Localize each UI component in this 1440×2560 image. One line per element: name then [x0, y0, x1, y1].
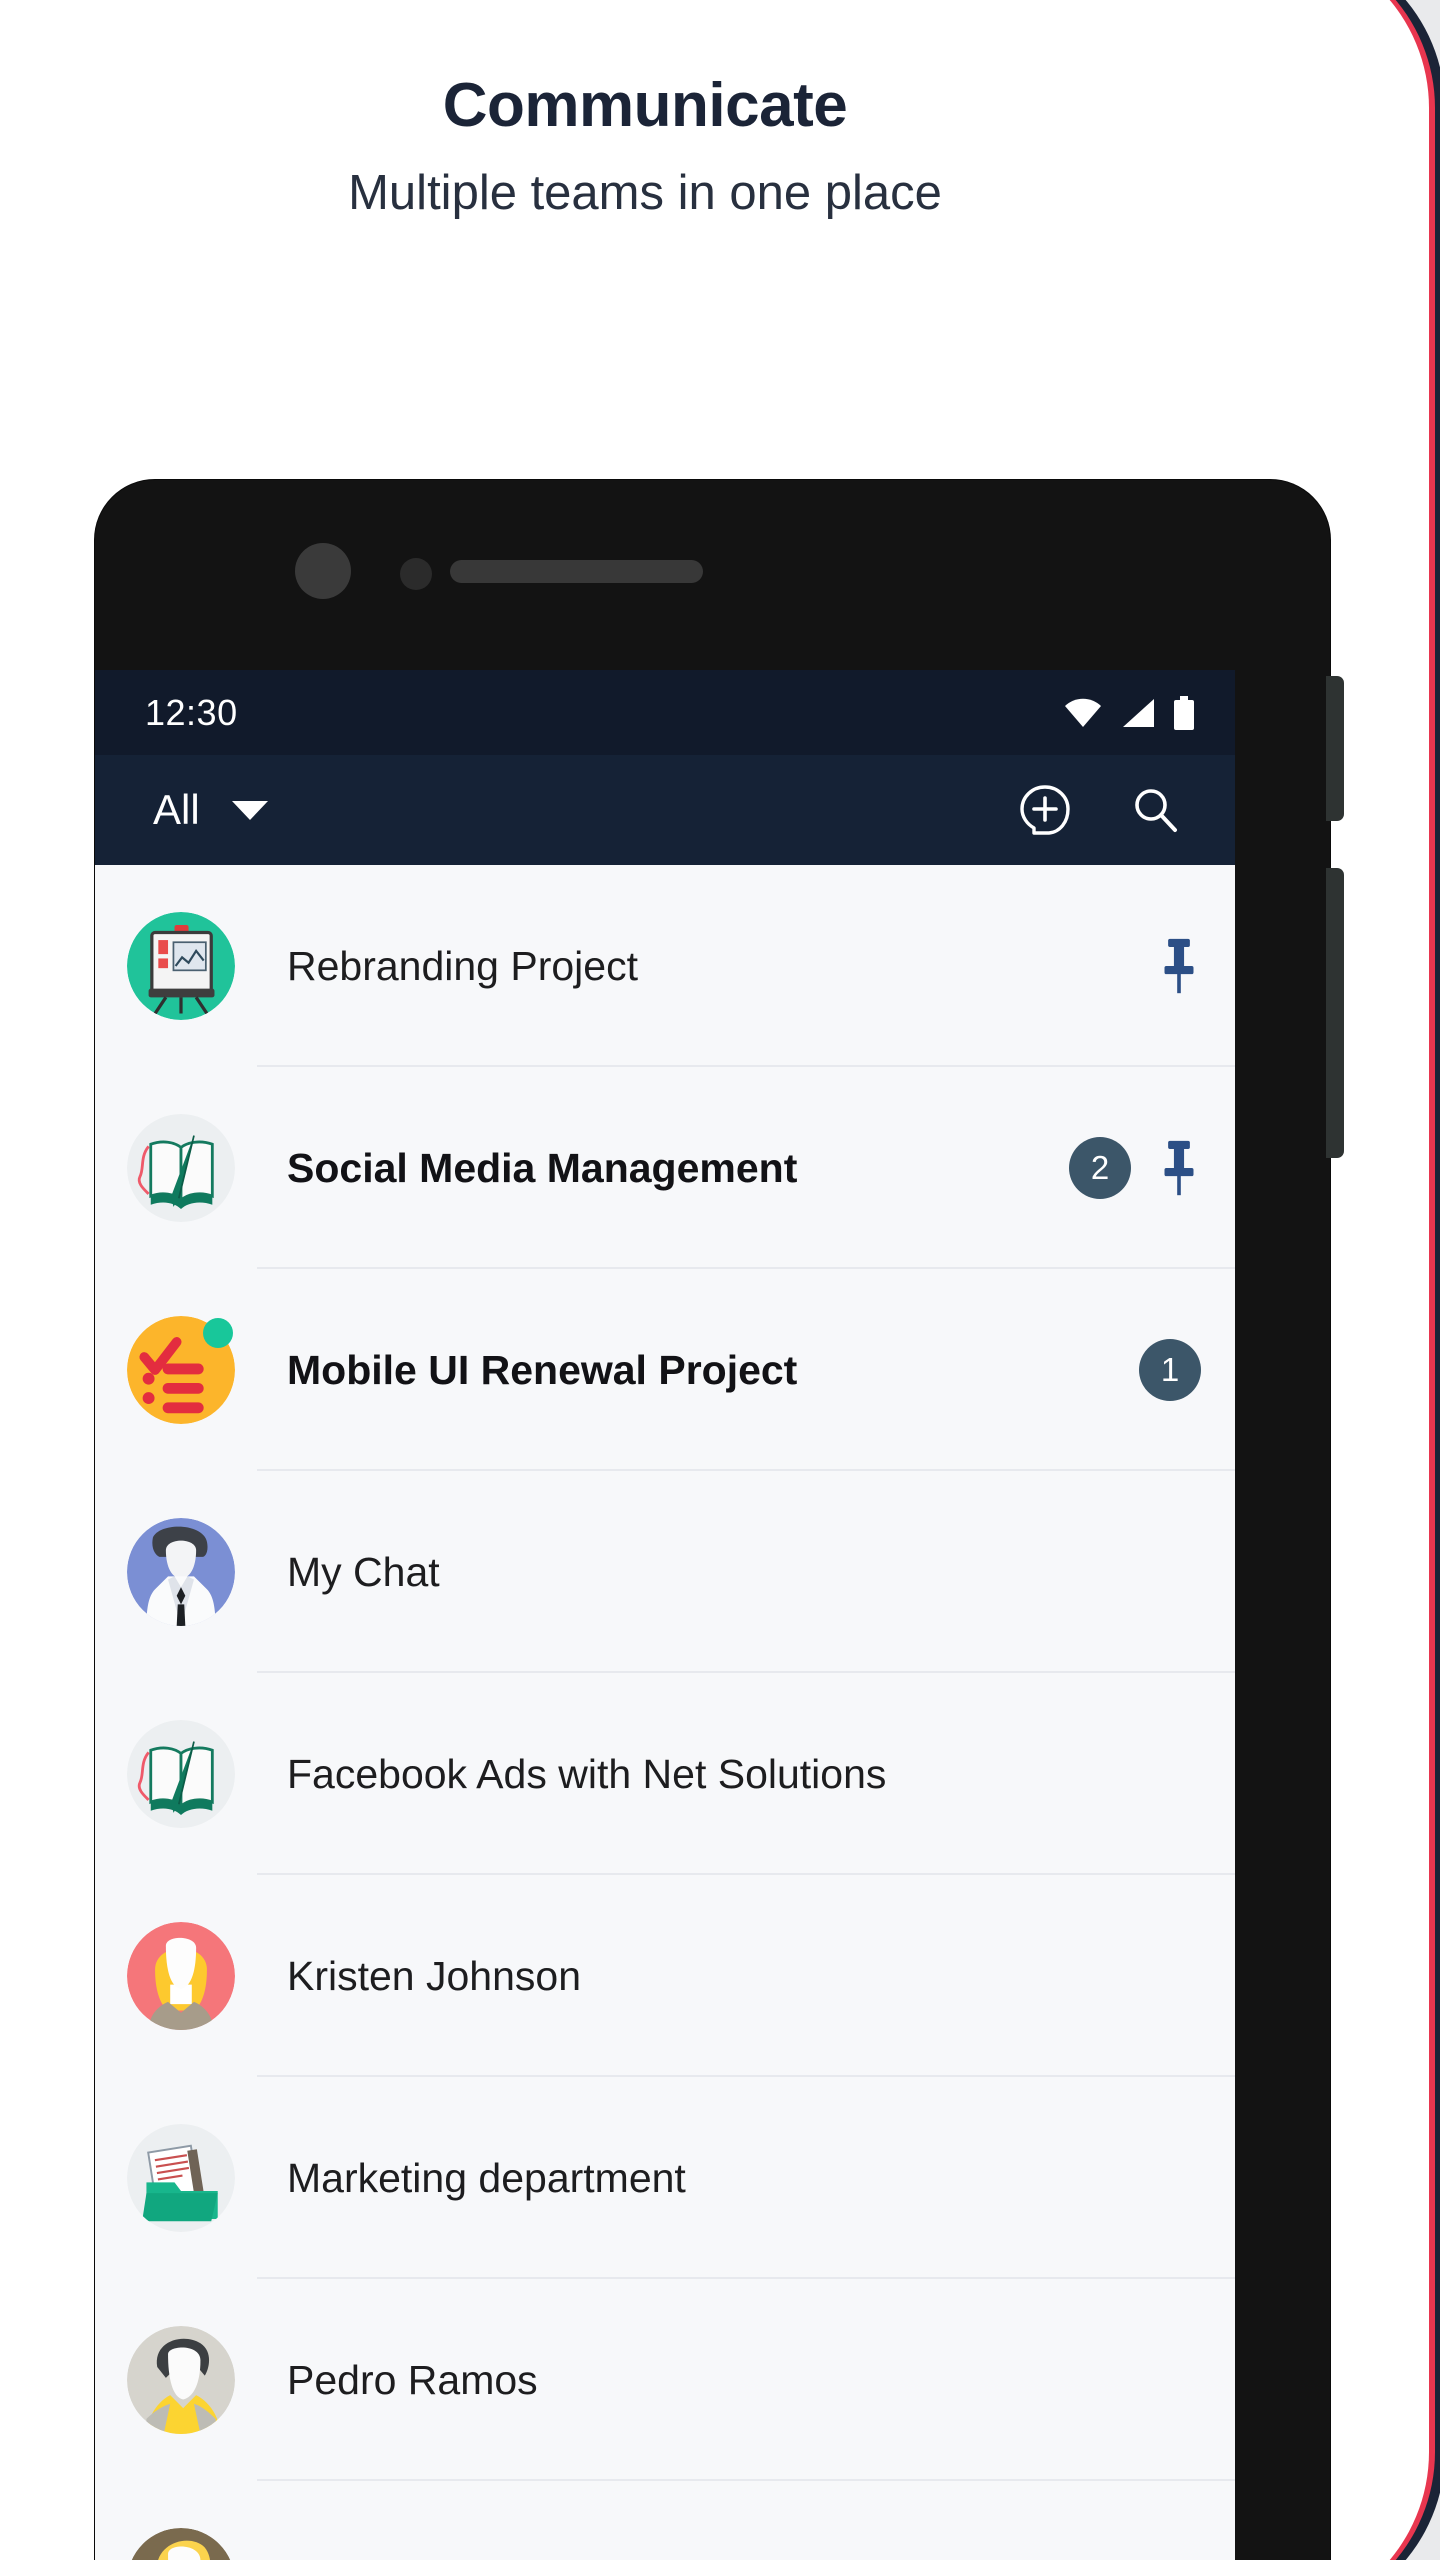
page-title: Communicate	[442, 71, 848, 140]
chat-list-item[interactable]: Pedro Ramos	[95, 2279, 1235, 2481]
signal-icon	[1123, 698, 1154, 727]
avatar	[127, 1518, 235, 1626]
avatar	[127, 2528, 235, 2560]
man-suit-avatar	[127, 1518, 235, 1626]
presentation-board-avatar	[127, 912, 235, 1020]
chat-list-item[interactable]: Social Media Management 2	[95, 1067, 1235, 1269]
chat-name: My Chat	[287, 1548, 440, 1595]
page-subtitle: Multiple teams in one place	[348, 166, 942, 221]
status-bar: 12:30	[95, 670, 1235, 755]
front-camera-icon	[295, 543, 351, 599]
avatar	[127, 2326, 235, 2434]
chat-list-item[interactable]: Facebook Ads with Net Solutions	[95, 1673, 1235, 1875]
chevron-down-icon[interactable]	[231, 799, 268, 821]
chat-name: Rebranding Project	[287, 942, 638, 989]
chat-item-meta	[1157, 937, 1235, 995]
open-book-pen-avatar	[127, 1114, 235, 1222]
chat-item-meta: 1	[1139, 1339, 1235, 1401]
app-bar: All	[95, 755, 1235, 865]
phone-mockup: 12:30 All Rebranding Project Social Medi…	[95, 480, 1344, 2560]
proximity-sensor-icon	[400, 558, 432, 590]
wifi-icon	[1065, 698, 1101, 727]
blonde-woman-pink-avatar	[127, 1922, 235, 2030]
pin-icon[interactable]	[1157, 937, 1201, 995]
chat-name: Facebook Ads with Net Solutions	[287, 1750, 887, 1797]
unread-badge: 1	[1139, 1339, 1201, 1401]
earpiece-speaker	[450, 560, 703, 583]
battery-icon	[1174, 695, 1194, 730]
avatar	[127, 1720, 235, 1828]
chat-filter-label[interactable]: All	[153, 786, 200, 834]
new-chat-icon[interactable]	[1019, 784, 1071, 836]
avatar	[127, 912, 235, 1020]
avatar	[127, 1922, 235, 2030]
status-bar-time: 12:30	[145, 691, 238, 733]
avatar	[127, 1114, 235, 1222]
green-folder-avatar	[127, 2124, 235, 2232]
chat-list-item[interactable]: Mobile UI Renewal Project 1	[95, 1269, 1235, 1471]
phone-screen: 12:30 All Rebranding Project Social Medi…	[95, 670, 1235, 2560]
chat-name: Mobile UI Renewal Project	[287, 1346, 798, 1393]
chat-name: Kristen Johnson	[287, 1952, 582, 1999]
chat-name: Pedro Ramos	[287, 2356, 538, 2403]
phone-power-button[interactable]	[1326, 868, 1344, 1158]
blonde-red-avatar	[127, 2528, 235, 2560]
open-book-pen-avatar	[127, 1720, 235, 1828]
app-bar-actions	[1019, 784, 1199, 836]
man-grey-yellow-avatar	[127, 2326, 235, 2434]
phone-volume-button[interactable]	[1326, 676, 1344, 821]
chat-list: Rebranding Project Social Media Manageme…	[95, 865, 1235, 2560]
avatar	[127, 1316, 235, 1424]
avatar	[127, 2124, 235, 2232]
chat-list-item[interactable]: My Chat	[95, 1471, 1235, 1673]
unread-badge: 2	[1069, 1137, 1131, 1199]
online-status-dot	[203, 1318, 233, 1348]
phone-body: 12:30 All Rebranding Project Social Medi…	[95, 480, 1344, 2560]
chat-list-item[interactable]: Rebranding Project	[95, 865, 1235, 1067]
chat-list-item[interactable]: Marketing department	[95, 2077, 1235, 2279]
chat-list-item[interactable]: Kristen Johnson	[95, 1875, 1235, 2077]
chat-list-item[interactable]: John Smith	[95, 2481, 1235, 2560]
search-icon[interactable]	[1129, 784, 1181, 836]
chat-name: Social Media Management	[287, 1144, 798, 1191]
status-bar-icons	[1063, 695, 1195, 730]
headline-block: Communicate Multiple teams in one place	[0, 70, 1290, 222]
pin-icon[interactable]	[1157, 1139, 1201, 1197]
chat-item-meta: 2	[1069, 1137, 1235, 1199]
chat-name: Marketing department	[287, 2154, 686, 2201]
